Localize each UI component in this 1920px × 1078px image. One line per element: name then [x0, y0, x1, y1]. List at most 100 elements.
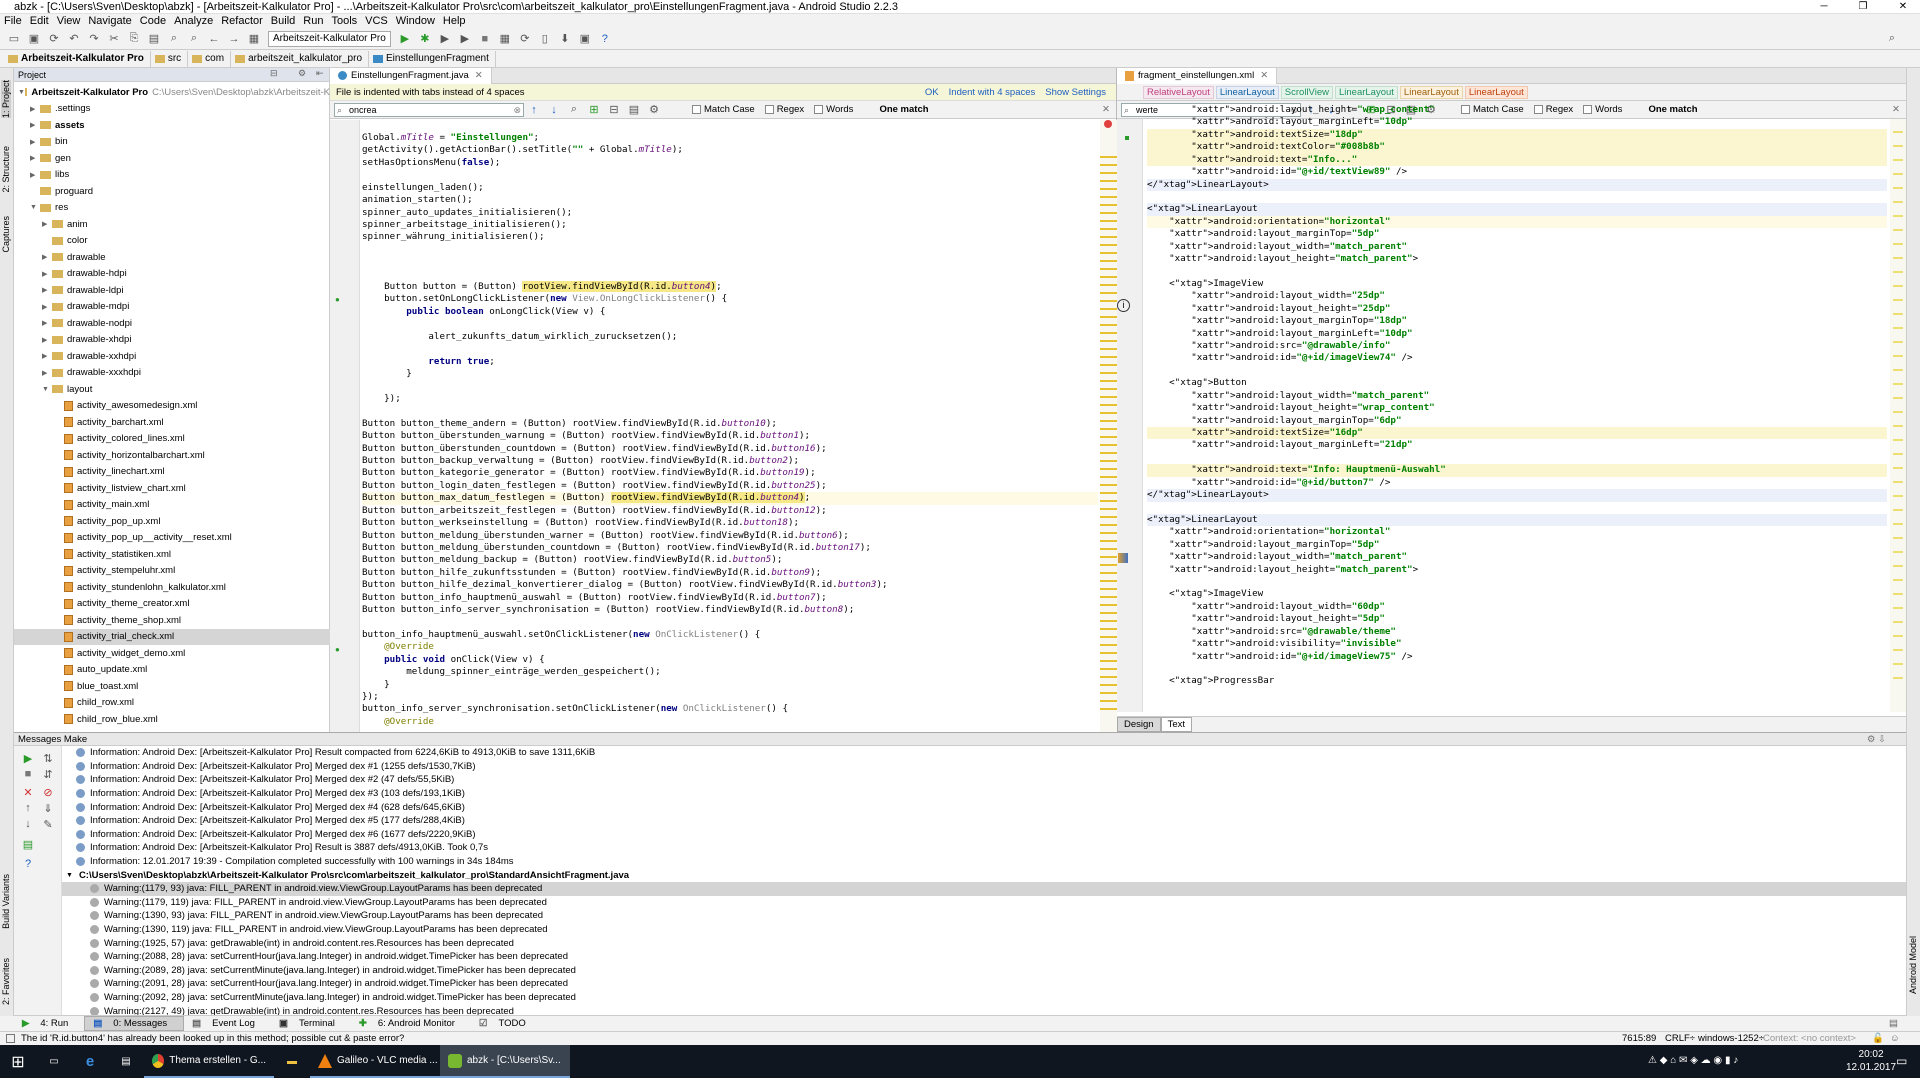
replace-icon[interactable]: ⌕	[186, 31, 202, 47]
line-gutter[interactable]: ● ●	[330, 120, 360, 732]
tool-tab-event-log[interactable]: ▤ Event Log	[184, 1016, 271, 1031]
stop-icon[interactable]: ■	[20, 766, 36, 782]
info-message[interactable]: Information: Android Dex: [Arbeitszeit-K…	[62, 841, 1906, 855]
tree-folder-item[interactable]: proguard	[14, 183, 330, 200]
expand-arrow-icon[interactable]: ▼	[66, 872, 73, 879]
tree-file-item[interactable]: activity_theme_creator.xml	[14, 596, 330, 613]
hide-panel-icon[interactable]: ⇤	[316, 68, 324, 79]
tree-file-item[interactable]: activity_listview_chart.xml	[14, 480, 330, 497]
cut-icon[interactable]: ✂	[106, 31, 122, 47]
info-message[interactable]: Information: Android Dex: [Arbeitszeit-K…	[62, 828, 1906, 842]
gear-icon[interactable]: ⚙	[298, 68, 306, 79]
collapse-all-icon[interactable]: ⊟	[270, 68, 278, 79]
tab-design[interactable]: Design	[1117, 717, 1161, 732]
project-structure-icon[interactable]: ▦	[497, 31, 513, 47]
help-icon[interactable]: ?	[20, 856, 36, 872]
run-coverage-icon[interactable]: ▶	[437, 31, 453, 47]
line-gutter-right[interactable]: i	[1117, 119, 1143, 712]
warning-message[interactable]: Warning:(1390, 93) java: FILL_PARENT in …	[62, 909, 1906, 923]
expand-arrow-icon[interactable]: ▶	[30, 154, 40, 162]
back-icon[interactable]: ←	[206, 31, 222, 47]
find-input[interactable]: ⌕ oncrea ⊗	[334, 102, 524, 117]
previous-message-icon[interactable]: ↑	[20, 800, 36, 816]
notice-settings-link[interactable]: Show Settings	[1045, 87, 1106, 98]
theme-drawable-icon[interactable]	[1118, 553, 1128, 563]
tree-file-item[interactable]: blue_toast.xml	[14, 678, 330, 695]
info-message[interactable]: Information: Android Dex: [Arbeitszeit-K…	[62, 760, 1906, 774]
settings-icon[interactable]: ⚙ ⇩	[1867, 734, 1886, 745]
expand-arrow-icon[interactable]: ▶	[42, 369, 52, 377]
clock[interactable]: 20:02 12.01.2017	[1846, 1048, 1896, 1074]
start-button[interactable]: ⊞	[0, 1045, 36, 1078]
tab-text[interactable]: Text	[1160, 717, 1193, 732]
menu-analyze[interactable]: Analyze	[170, 14, 217, 28]
tree-folder-item[interactable]: ▶ drawable-xxhdpi	[14, 348, 330, 365]
previous-occurrence-icon[interactable]: ↑	[526, 102, 542, 118]
error-indicator-icon[interactable]	[1104, 120, 1112, 128]
expand-arrow-icon[interactable]: ▶	[42, 270, 52, 278]
notice-ok-link[interactable]: OK	[925, 87, 939, 98]
expand-arrow-icon[interactable]: ▼	[18, 89, 25, 96]
tool-tab-project[interactable]: 1: Project	[1, 80, 11, 119]
next-message-icon[interactable]: ↓	[20, 816, 36, 832]
maximize-button[interactable]: ❐	[1848, 0, 1878, 13]
info-message[interactable]: Information: Android Dex: [Arbeitszeit-K…	[62, 746, 1906, 760]
breadcrumb-com[interactable]: com	[188, 50, 232, 67]
store-icon[interactable]: ▤	[108, 1045, 144, 1078]
run-configuration-select[interactable]: Arbeitszeit-Kalkulator Pro	[268, 30, 391, 47]
inspector-icon[interactable]: ☺	[1890, 1033, 1900, 1044]
expand-arrow-icon[interactable]: ▶	[30, 171, 40, 179]
add-occurrence-icon[interactable]: ⊞	[586, 102, 602, 118]
tree-folder-item[interactable]: ▶ .settings	[14, 101, 330, 118]
find-icon[interactable]: ⌕	[166, 31, 182, 47]
forward-icon[interactable]: →	[226, 31, 242, 47]
tab-einstellungen-fragment-java[interactable]: EinstellungenFragment.java ✕	[330, 67, 492, 84]
tree-folder-item[interactable]: ▶ assets	[14, 117, 330, 134]
override-marker-icon[interactable]: ●	[335, 295, 340, 304]
tree-folder-item[interactable]: ▼ res	[14, 200, 330, 217]
breadcrumb-package[interactable]: arbeitszeit_kalkulator_pro	[231, 50, 370, 67]
tree-root[interactable]: ▼ Arbeitszeit-Kalkulator Pro C:\Users\Sv…	[14, 84, 330, 101]
info-message[interactable]: Information: Android Dex: [Arbeitszeit-K…	[62, 787, 1906, 801]
tool-tab-terminal[interactable]: ▣ Terminal	[271, 1016, 351, 1031]
avd-manager-icon[interactable]: ▯	[537, 31, 553, 47]
tree-file-item[interactable]: activity_stundenlohn_kalkulator.xml	[14, 579, 330, 596]
minimize-button[interactable]: ─	[1809, 0, 1839, 13]
xml-breadcrumb-relativelayout[interactable]: RelativeLayout	[1143, 85, 1214, 99]
tree-file-item[interactable]: activity_horizontalbarchart.xml	[14, 447, 330, 464]
taskbar-app-vlc[interactable]: Galileo - VLC media ...	[310, 1045, 440, 1078]
color-preview-icon[interactable]	[1125, 136, 1129, 140]
help-icon[interactable]: ?	[597, 31, 613, 47]
tree-folder-item[interactable]: ▶ drawable	[14, 249, 330, 266]
close-tab-icon[interactable]: ✕	[1260, 70, 1268, 81]
java-code[interactable]: Global.mTitle = "Einstellungen"; getActiv…	[362, 132, 1098, 730]
expand-arrow-icon[interactable]: ▶	[42, 220, 52, 228]
tree-file-item[interactable]: activity_pop_up__activity__reset.xml	[14, 530, 330, 547]
menu-navigate[interactable]: Navigate	[84, 14, 135, 28]
expand-arrow-icon[interactable]: ▶	[42, 352, 52, 360]
save-all-icon[interactable]: ▣	[26, 31, 42, 47]
tree-file-item[interactable]: auto_update.xml	[14, 662, 330, 679]
menu-build[interactable]: Build	[267, 14, 299, 28]
warning-message[interactable]: Warning:(2091, 28) java: setCurrentHour(…	[62, 977, 1906, 991]
edge-icon[interactable]: e	[72, 1045, 108, 1078]
tree-file-item[interactable]: activity_linechart.xml	[14, 464, 330, 481]
event-log-bubble-icon[interactable]: ▤	[1881, 1016, 1906, 1031]
system-tray-icons[interactable]: ⚠ ◆ ⌂ ✉ ◈ ☁ ◉ ▮ ♪	[1648, 1055, 1738, 1066]
tree-folder-item[interactable]: ▶ drawable-xhdpi	[14, 332, 330, 349]
expand-arrow-icon[interactable]: ▶	[30, 105, 40, 113]
tree-folder-item[interactable]: color	[14, 233, 330, 250]
sdk-manager-icon[interactable]: ⬇	[557, 31, 573, 47]
tree-folder-item[interactable]: ▼ layout	[14, 381, 330, 398]
tree-folder-item[interactable]: ▶ drawable-xxxhdpi	[14, 365, 330, 382]
notice-indent-link[interactable]: Indent with 4 spaces	[949, 87, 1036, 98]
wrench-icon[interactable]: ✎	[40, 816, 56, 832]
attach-debugger-icon[interactable]: ▶	[457, 31, 473, 47]
warning-message[interactable]: Warning:(2092, 28) java: setCurrentMinut…	[62, 991, 1906, 1005]
tree-file-item[interactable]: child_row.xml	[14, 695, 330, 712]
remove-occurrence-icon[interactable]: ⊟	[606, 102, 622, 118]
copy-icon[interactable]: ⎘	[126, 31, 142, 47]
xml-breadcrumb-linearlayout-3[interactable]: LinearLayout	[1399, 85, 1463, 99]
open-icon[interactable]: ▭	[6, 31, 22, 47]
tree-file-item[interactable]: activity_widget_demo.xml	[14, 645, 330, 662]
